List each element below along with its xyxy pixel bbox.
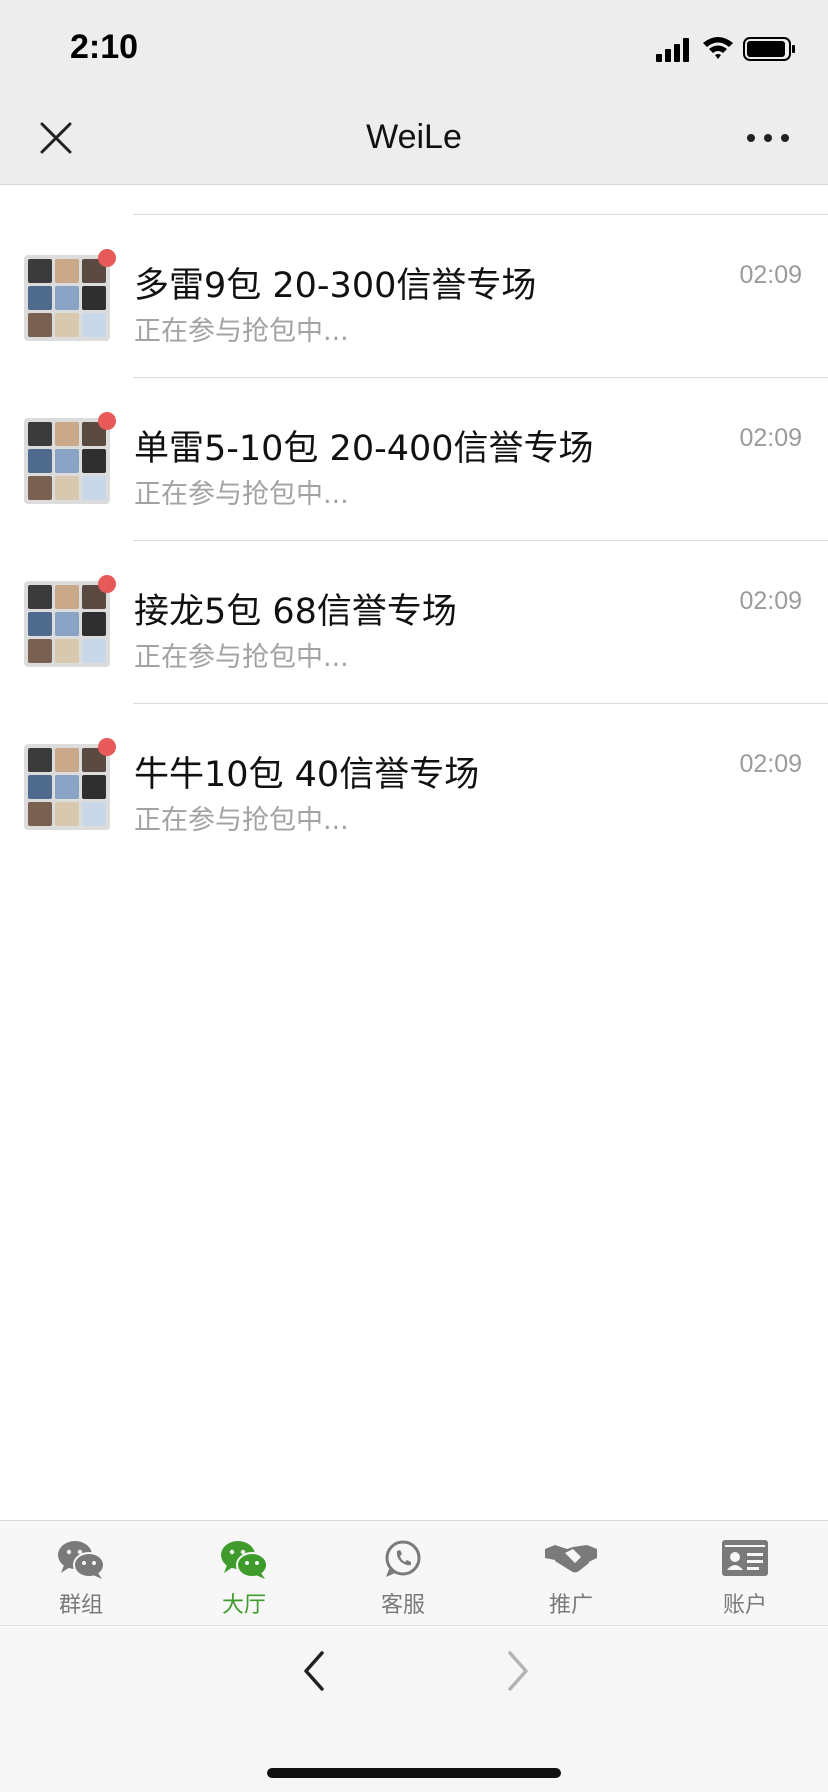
tab-label: 推广 bbox=[548, 1593, 593, 1618]
room-item[interactable]: 单雷5-10包 20-400信誉专场 正在参与抢包中... 02:09 bbox=[0, 378, 828, 541]
room-title: 多雷9包 20-300信誉专场 bbox=[134, 266, 537, 306]
handshake-icon bbox=[544, 1545, 598, 1573]
room-title: 单雷5-10包 20-400信誉专场 bbox=[134, 429, 594, 469]
tab-label: 群组 bbox=[58, 1593, 103, 1618]
status-time: 2:10 bbox=[70, 28, 139, 66]
home-indicator[interactable] bbox=[267, 1768, 561, 1778]
room-item[interactable]: 牛牛10包 40信誉专场 正在参与抢包中... 02:09 bbox=[0, 704, 828, 867]
battery-icon bbox=[743, 37, 795, 61]
room-time: 02:09 bbox=[739, 587, 802, 615]
chat-bubbles-icon bbox=[58, 1541, 105, 1579]
room-item[interactable]: 多雷9包 20-300信誉专场 正在参与抢包中... 02:09 bbox=[0, 215, 828, 378]
group-avatar bbox=[24, 744, 110, 830]
phone-bubble-icon bbox=[385, 1540, 421, 1577]
tab-label: 账户 bbox=[722, 1593, 767, 1618]
id-card-icon bbox=[722, 1540, 768, 1576]
room-title: 接龙5包 68信誉专场 bbox=[134, 592, 457, 632]
room-subtitle: 正在参与抢包中... bbox=[134, 642, 349, 673]
room-title: 牛牛10包 40信誉专场 bbox=[134, 755, 480, 795]
page-title: WeiLe bbox=[366, 118, 462, 156]
tab-label: 大厅 bbox=[221, 1593, 266, 1618]
back-arrow-icon[interactable] bbox=[296, 1649, 332, 1693]
tab-lobby[interactable]: 大厅 bbox=[184, 1521, 304, 1627]
room-subtitle: 正在参与抢包中... bbox=[134, 316, 349, 347]
room-time: 02:09 bbox=[739, 261, 802, 289]
unread-dot bbox=[98, 249, 116, 267]
unread-dot bbox=[98, 575, 116, 593]
wifi-icon bbox=[703, 37, 733, 59]
more-icon[interactable] bbox=[746, 130, 790, 146]
group-avatar bbox=[24, 255, 110, 341]
room-item[interactable]: 接龙5包 68信誉专场 正在参与抢包中... 02:09 bbox=[0, 541, 828, 704]
room-time: 02:09 bbox=[739, 750, 802, 778]
top-header: 2:10 WeiLe bbox=[0, 0, 828, 185]
room-subtitle: 正在参与抢包中... bbox=[134, 805, 349, 836]
tab-bar: 群组 大厅 客服 推广 账户 bbox=[0, 1520, 828, 1626]
tab-groups[interactable]: 群组 bbox=[21, 1521, 141, 1627]
tab-promote[interactable]: 推广 bbox=[511, 1521, 631, 1627]
group-avatar bbox=[24, 581, 110, 667]
signal-icon bbox=[656, 38, 689, 62]
chat-bubbles-icon bbox=[221, 1541, 268, 1579]
unread-dot bbox=[98, 412, 116, 430]
tab-support[interactable]: 客服 bbox=[343, 1521, 463, 1627]
status-icons bbox=[656, 37, 795, 62]
room-time: 02:09 bbox=[739, 424, 802, 452]
tab-account[interactable]: 账户 bbox=[685, 1521, 805, 1627]
room-subtitle: 正在参与抢包中... bbox=[134, 479, 349, 510]
forward-arrow-icon[interactable] bbox=[500, 1649, 536, 1693]
browser-toolbar bbox=[0, 1627, 828, 1792]
group-avatar bbox=[24, 418, 110, 504]
unread-dot bbox=[98, 738, 116, 756]
tab-label: 客服 bbox=[380, 1593, 425, 1618]
